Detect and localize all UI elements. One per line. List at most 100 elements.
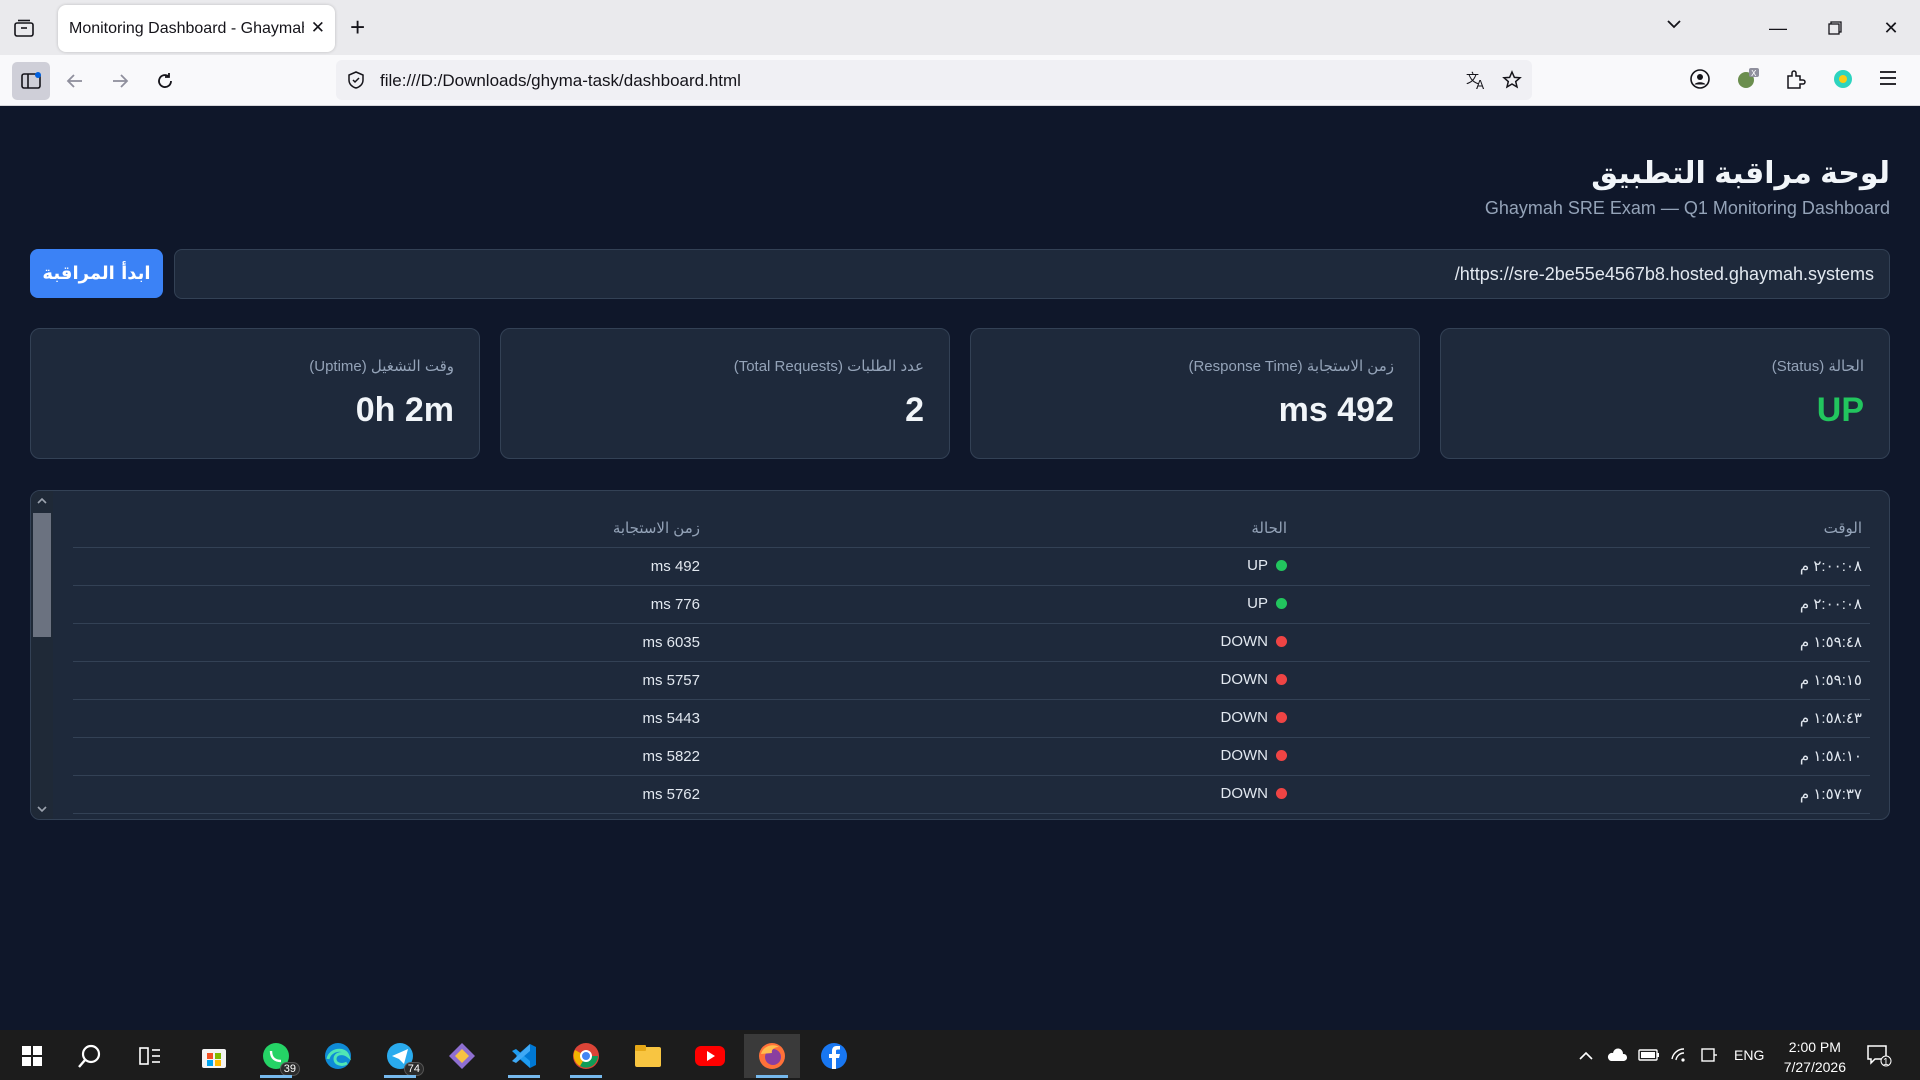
edge-icon[interactable] — [310, 1034, 366, 1078]
table-row: ١:٥٨:٤٣ م DOWN 5443 ms — [73, 699, 1870, 738]
wifi-icon[interactable] — [1670, 1030, 1690, 1080]
log-response-cell: 6035 ms — [73, 623, 708, 662]
log-status-text: DOWN — [1220, 671, 1269, 688]
git-app-icon[interactable] — [434, 1034, 490, 1078]
clock-date: 7/27/2026 — [1783, 1059, 1846, 1075]
table-row: ٢:٠٠:٠٨ م UP 492 ms — [73, 547, 1870, 586]
address-bar[interactable]: file:///D:/Downloads/ghyma-task/dashboar… — [336, 60, 1532, 100]
response-time-card-value: 492 ms — [1278, 391, 1394, 429]
log-response-cell: 5757 ms — [73, 661, 708, 700]
table-row: ١:٥٩:٤٨ م DOWN 6035 ms — [73, 623, 1870, 662]
log-status-text: DOWN — [1220, 633, 1269, 650]
log-time-cell: ١:٥٩:٤٨ م — [1295, 623, 1870, 662]
vscode-icon[interactable] — [496, 1034, 552, 1078]
extension-shield-icon[interactable]: X — [1736, 68, 1760, 95]
status-indicator: DOWN — [1220, 671, 1287, 688]
column-header-status: الحالة — [708, 509, 1295, 548]
log-status-cell: DOWN — [708, 737, 1295, 776]
extensions-puzzle-icon[interactable] — [1784, 68, 1806, 95]
taskbar-clock[interactable]: 2:00 PM 7/27/2026 — [1784, 1037, 1846, 1077]
status-indicator: DOWN — [1221, 747, 1287, 764]
new-tab-icon[interactable]: + — [350, 12, 365, 42]
log-status-text: DOWN — [1220, 709, 1269, 726]
log-time-cell: ١:٥٧:٣٧ م — [1295, 775, 1870, 814]
log-response-cell: 776 ms — [73, 585, 708, 624]
forward-arrow-icon[interactable] — [102, 63, 138, 99]
status-down-dot-icon — [1276, 788, 1287, 799]
extension-colorful-icon[interactable] — [1832, 68, 1854, 95]
language-indicator[interactable]: ENG — [1734, 1030, 1764, 1080]
column-header-response: زمن الاستجابة — [73, 509, 708, 548]
table-row: ٢:٠٠:٠٨ م UP 776 ms — [73, 585, 1870, 624]
telegram-icon[interactable]: 74 — [372, 1034, 428, 1078]
status-down-dot-icon — [1276, 636, 1287, 647]
log-time-cell: ٢:٠٠:٠٨ م — [1295, 547, 1870, 586]
browser-tab-active[interactable]: Monitoring Dashboard - Ghaymah Exam ✕ — [58, 5, 335, 52]
facebook-icon[interactable] — [806, 1034, 862, 1078]
status-card-value: UP — [1816, 391, 1864, 429]
notifications-icon[interactable]: 1 — [1866, 1030, 1892, 1080]
column-header-time: الوقت — [1295, 509, 1870, 548]
log-response-cell: 5762 ms — [73, 775, 708, 814]
log-status-cell: UP — [708, 547, 1295, 586]
uptime-card-label: وقت التشغيل (Uptime) — [309, 358, 454, 375]
tab-overflow-chevron-icon[interactable] — [1664, 14, 1684, 39]
bookmark-star-icon[interactable] — [1502, 70, 1522, 95]
status-up-dot-icon — [1276, 560, 1287, 571]
task-view-icon[interactable] — [122, 1034, 178, 1078]
youtube-icon[interactable] — [682, 1034, 738, 1078]
file-explorer-icon[interactable] — [620, 1034, 676, 1078]
show-hidden-icons-chevron-icon[interactable] — [1578, 1030, 1594, 1080]
scroll-up-arrow-icon[interactable] — [35, 494, 49, 508]
translate-icon[interactable]: 文A — [1466, 70, 1488, 95]
request-log-panel: الوقت الحالة زمن الاستجابة ٢:٠٠:٠٨ م UP 49… — [30, 490, 1890, 820]
response-time-card: زمن الاستجابة (Response Time) 492 ms — [970, 328, 1420, 459]
scroll-down-arrow-icon[interactable] — [35, 802, 49, 816]
onedrive-cloud-icon[interactable] — [1606, 1030, 1628, 1080]
stats-cards: الحالة (Status) UP زمن الاستجابة (Respon… — [30, 328, 1890, 459]
browser-nav-bar: file:///D:/Downloads/ghyma-task/dashboar… — [0, 55, 1920, 106]
reload-icon[interactable] — [147, 63, 183, 99]
back-arrow-icon[interactable] — [57, 63, 93, 99]
log-status-cell: DOWN — [708, 661, 1295, 700]
uptime-card-value: 0h 2m — [355, 391, 454, 429]
total-requests-card: عدد الطلبات (Total Requests) 2 — [500, 328, 950, 459]
menu-hamburger-icon[interactable] — [1878, 68, 1898, 93]
close-tab-icon[interactable]: ✕ — [311, 19, 325, 37]
telegram-badge: 74 — [403, 1062, 424, 1076]
status-card-label: الحالة (Status) — [1771, 358, 1864, 375]
status-indicator: UP — [1247, 557, 1287, 574]
whatsapp-icon[interactable]: 39 — [248, 1034, 304, 1078]
status-indicator: UP — [1247, 595, 1287, 612]
monitor-controls: ابدأ المراقبة — [30, 249, 1890, 299]
log-status-text: UP — [1247, 595, 1268, 612]
windows-start-icon[interactable] — [4, 1034, 60, 1078]
scroll-thumb[interactable] — [33, 513, 51, 637]
log-status-cell: DOWN — [708, 775, 1295, 814]
log-scrollbar[interactable] — [31, 491, 53, 819]
log-table-body: ٢:٠٠:٠٨ م UP 492 ms ٢:٠٠:٠٨ م UP 776 ms ١:٥٩:٤… — [73, 547, 1870, 814]
start-monitoring-button[interactable]: ابدأ المراقبة — [30, 249, 163, 298]
log-time-cell: ١:٥٨:١٠ م — [1295, 737, 1870, 776]
search-icon[interactable] — [62, 1034, 118, 1078]
battery-icon[interactable] — [1638, 1030, 1660, 1080]
target-url-input[interactable] — [174, 249, 1890, 299]
status-indicator: DOWN — [1221, 785, 1287, 802]
chrome-icon[interactable] — [558, 1034, 614, 1078]
display-projector-icon[interactable] — [1700, 1030, 1718, 1080]
log-status-cell: DOWN — [708, 699, 1295, 738]
restore-icon[interactable] — [1812, 10, 1858, 46]
tab-list-icon[interactable] — [10, 14, 38, 42]
shield-icon[interactable] — [346, 70, 366, 95]
url-text[interactable]: file:///D:/Downloads/ghyma-task/dashboar… — [380, 71, 741, 91]
minimize-icon[interactable]: — — [1755, 10, 1801, 46]
firefox-icon[interactable] — [744, 1034, 800, 1078]
notification-count: 1 — [1883, 1057, 1889, 1068]
log-status-text: UP — [1247, 557, 1268, 574]
microsoft-store-icon[interactable] — [186, 1034, 242, 1078]
account-icon[interactable] — [1689, 68, 1711, 95]
status-down-dot-icon — [1276, 712, 1287, 723]
tab-title: Monitoring Dashboard - Ghaymah Exam — [69, 19, 304, 37]
sidebar-toggle-icon[interactable] — [12, 62, 50, 100]
close-window-icon[interactable]: ✕ — [1868, 10, 1914, 46]
